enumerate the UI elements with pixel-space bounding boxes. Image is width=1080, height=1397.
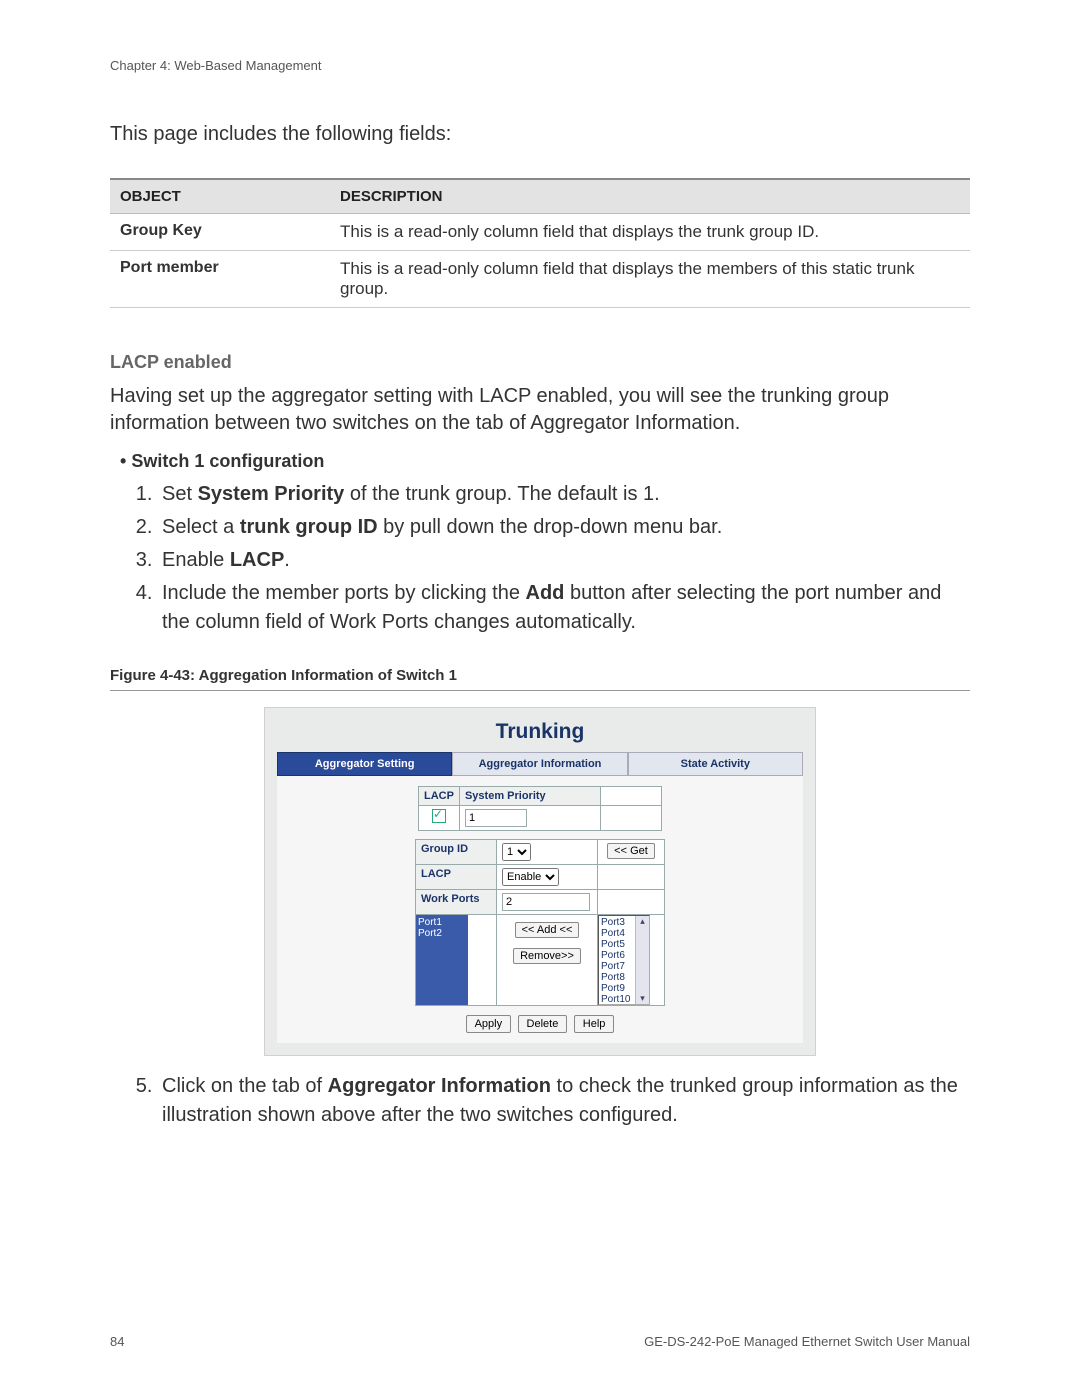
tab-aggregator-setting[interactable]: Aggregator Setting bbox=[277, 752, 452, 776]
cell-object: Group Key bbox=[110, 214, 330, 251]
lacp-checkbox[interactable] bbox=[432, 809, 446, 823]
add-button[interactable]: << Add << bbox=[515, 922, 580, 938]
screenshot-title: Trunking bbox=[277, 720, 803, 744]
lacp-label: LACP bbox=[419, 787, 460, 806]
selected-ports-list[interactable]: Port1 Port2 bbox=[416, 915, 468, 1005]
scroll-up-icon[interactable]: ▴ bbox=[636, 916, 649, 927]
steps-list-continued: Click on the tab of Aggregator Informati… bbox=[158, 1072, 970, 1130]
help-button[interactable]: Help bbox=[574, 1015, 615, 1033]
section-paragraph: Having set up the aggregator setting wit… bbox=[110, 383, 970, 437]
system-priority-input[interactable] bbox=[465, 809, 527, 827]
tab-state-activity[interactable]: State Activity bbox=[628, 752, 803, 776]
cell-object: Port member bbox=[110, 251, 330, 308]
action-row: Apply Delete Help bbox=[295, 1014, 785, 1033]
tabs: Aggregator Setting Aggregator Informatio… bbox=[277, 752, 803, 776]
table-row: Group Key This is a read-only column fie… bbox=[110, 214, 970, 251]
steps-list: Set System Priority of the trunk group. … bbox=[158, 480, 970, 637]
cell-description: This is a read-only column field that di… bbox=[330, 251, 970, 308]
available-ports-list[interactable]: Port3 Port4 Port5 Port6 Port7 Port8 Port… bbox=[598, 915, 650, 1005]
table-header-description: DESCRIPTION bbox=[330, 179, 970, 214]
cell-description: This is a read-only column field that di… bbox=[330, 214, 970, 251]
group-id-select[interactable]: 1 bbox=[502, 843, 531, 861]
intro-text: This page includes the following fields: bbox=[110, 123, 970, 146]
delete-button[interactable]: Delete bbox=[518, 1015, 568, 1033]
get-button[interactable]: << Get bbox=[607, 843, 655, 859]
scroll-down-icon[interactable]: ▾ bbox=[636, 993, 649, 1004]
screenshot-trunking: Trunking Aggregator Setting Aggregator I… bbox=[264, 707, 816, 1056]
scrollbar[interactable]: ▴ ▾ bbox=[635, 916, 649, 1004]
fields-table: OBJECT DESCRIPTION Group Key This is a r… bbox=[110, 178, 970, 308]
system-priority-label: System Priority bbox=[459, 787, 600, 806]
table-header-object: OBJECT bbox=[110, 179, 330, 214]
chapter-heading: Chapter 4: Web-Based Management bbox=[110, 58, 970, 73]
lacp-row-label: LACP bbox=[416, 865, 497, 890]
table-row: Port member This is a read-only column f… bbox=[110, 251, 970, 308]
doc-title: GE-DS-242-PoE Managed Ethernet Switch Us… bbox=[644, 1334, 970, 1349]
apply-button[interactable]: Apply bbox=[466, 1015, 512, 1033]
page-footer: 84 GE-DS-242-PoE Managed Ethernet Switch… bbox=[110, 1334, 970, 1349]
figure-caption: Figure 4-43: Aggregation Information of … bbox=[110, 667, 970, 691]
work-ports-label: Work Ports bbox=[416, 890, 497, 915]
work-ports-input[interactable] bbox=[502, 893, 590, 911]
page-number: 84 bbox=[110, 1334, 124, 1349]
section-heading: LACP enabled bbox=[110, 352, 970, 373]
step-3: Enable LACP. bbox=[158, 546, 970, 575]
trunking-panel: LACP System Priority Group ID 1 << Get bbox=[277, 776, 803, 1043]
step-4: Include the member ports by clicking the… bbox=[158, 579, 970, 637]
lacp-select[interactable]: Enable bbox=[502, 868, 559, 886]
bullet-heading: Switch 1 configuration bbox=[138, 451, 970, 472]
tab-aggregator-information[interactable]: Aggregator Information bbox=[452, 752, 627, 776]
step-1: Set System Priority of the trunk group. … bbox=[158, 480, 970, 509]
step-2: Select a trunk group ID by pull down the… bbox=[158, 513, 970, 542]
remove-button[interactable]: Remove>> bbox=[513, 948, 581, 964]
step-5: Click on the tab of Aggregator Informati… bbox=[158, 1072, 970, 1130]
group-id-label: Group ID bbox=[416, 840, 497, 865]
